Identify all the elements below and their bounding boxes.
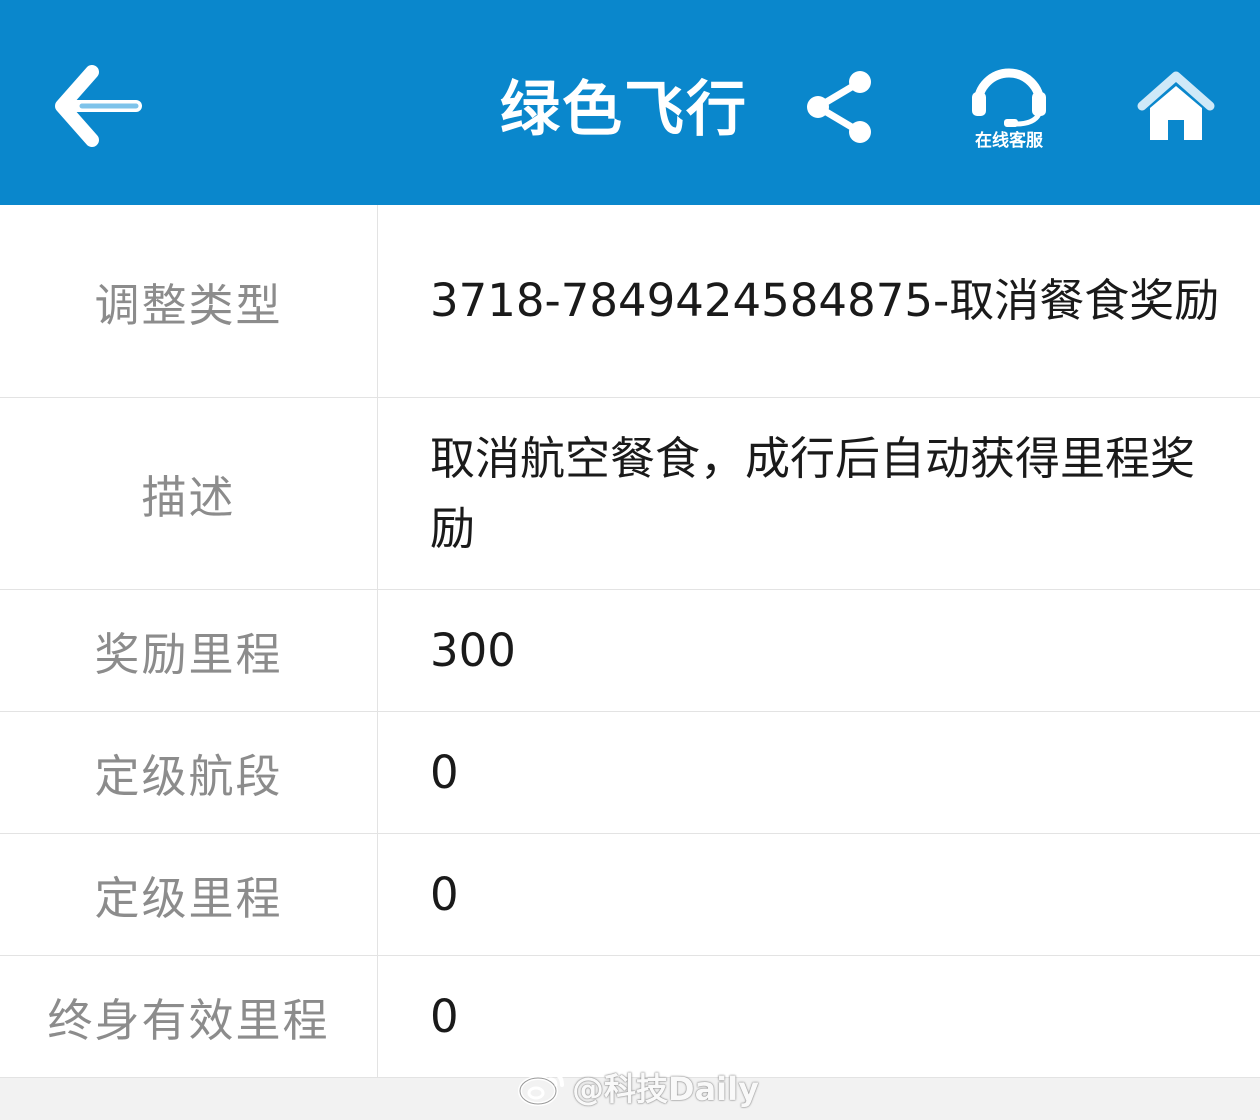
customer-service-button[interactable]: 在线客服 xyxy=(964,62,1054,162)
table-row: 调整类型 3718-7849424584875-取消餐食奖励 xyxy=(0,205,1260,398)
row-value: 300 xyxy=(430,623,516,677)
table-row: 定级航段 0 xyxy=(0,712,1260,834)
watermark: @科技Daily xyxy=(518,1064,759,1110)
table-row: 描述 取消航空餐食，成行后自动获得里程奖励 xyxy=(0,398,1260,590)
headset-icon xyxy=(972,68,1046,127)
row-value: 取消航空餐食，成行后自动获得里程奖励 xyxy=(430,431,1196,555)
home-icon xyxy=(1137,71,1215,140)
share-button[interactable] xyxy=(804,68,876,146)
table-row: 奖励里程 300 xyxy=(0,590,1260,712)
row-label: 调整类型 xyxy=(0,205,378,397)
share-icon xyxy=(807,71,871,143)
watermark-text: @科技Daily xyxy=(572,1070,759,1108)
app-header: 绿色飞行 在线客服 xyxy=(0,0,1260,205)
home-button[interactable] xyxy=(1136,68,1216,144)
row-label: 描述 xyxy=(0,398,378,589)
row-label: 终身有效里程 xyxy=(0,956,378,1077)
row-value: 0 xyxy=(430,867,459,921)
details-table: 调整类型 3718-7849424584875-取消餐食奖励 描述 取消航空餐食… xyxy=(0,205,1260,1078)
customer-service-label: 在线客服 xyxy=(975,131,1043,151)
back-button[interactable] xyxy=(52,62,144,152)
page-title: 绿色飞行 xyxy=(500,75,748,145)
row-label: 定级里程 xyxy=(0,834,378,955)
back-arrow-icon xyxy=(55,65,142,147)
weibo-logo-icon xyxy=(518,1071,564,1106)
row-value: 0 xyxy=(430,989,459,1043)
row-label: 定级航段 xyxy=(0,712,378,833)
row-value: 3718-7849424584875-取消餐食奖励 xyxy=(430,274,1220,327)
table-row: 终身有效里程 0 xyxy=(0,956,1260,1078)
table-row: 定级里程 0 xyxy=(0,834,1260,956)
row-value: 0 xyxy=(430,745,459,799)
row-label: 奖励里程 xyxy=(0,590,378,711)
